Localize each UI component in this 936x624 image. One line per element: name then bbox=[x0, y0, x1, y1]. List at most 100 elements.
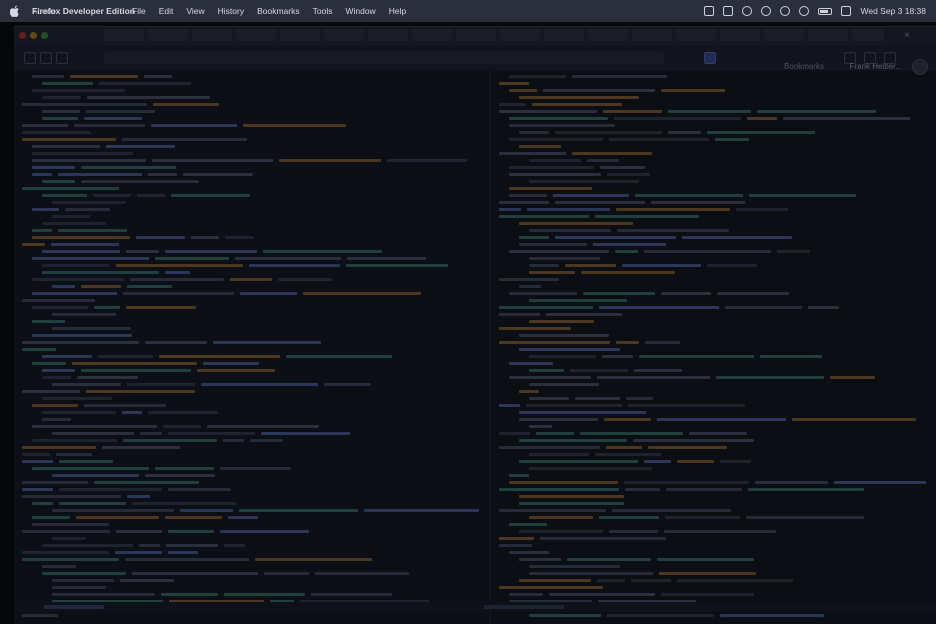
code-text-line bbox=[22, 460, 53, 463]
code-text-line bbox=[228, 516, 258, 519]
menu-app-name[interactable]: Xcode Firefox Developer Edition bbox=[32, 0, 135, 22]
menu-view[interactable]: View bbox=[186, 6, 204, 16]
code-text-line bbox=[42, 250, 120, 253]
code-text-line bbox=[717, 292, 789, 295]
code-text-line bbox=[682, 236, 792, 239]
code-text-line bbox=[529, 397, 569, 400]
reload-icon[interactable] bbox=[56, 52, 68, 64]
status-app-icon-2[interactable] bbox=[723, 6, 734, 16]
code-text-line bbox=[648, 446, 727, 449]
bookmarks-toolbar-label[interactable]: Bookmarks bbox=[784, 62, 824, 71]
code-text-line bbox=[32, 467, 149, 470]
tab-close-icon[interactable]: × bbox=[904, 30, 910, 41]
forward-icon[interactable] bbox=[40, 52, 52, 64]
code-text-line bbox=[122, 138, 247, 141]
code-text-line bbox=[499, 313, 540, 316]
menu-history[interactable]: History bbox=[218, 6, 244, 16]
code-text-line bbox=[249, 264, 340, 267]
code-text-line bbox=[84, 117, 142, 120]
code-text-line bbox=[32, 173, 52, 176]
code-text-line bbox=[165, 250, 257, 253]
code-text-line bbox=[529, 614, 601, 617]
code-text-line bbox=[661, 292, 711, 295]
mic-icon[interactable] bbox=[761, 6, 772, 16]
code-text-line bbox=[519, 145, 561, 148]
code-text-line bbox=[148, 411, 218, 414]
window-minimize-button[interactable] bbox=[30, 32, 37, 39]
code-text-line bbox=[165, 271, 190, 274]
code-text-line bbox=[509, 376, 591, 379]
code-text-line bbox=[792, 418, 916, 421]
user-name[interactable]: Frank Heiber... bbox=[850, 62, 902, 71]
code-text-line bbox=[243, 124, 346, 127]
code-text-line bbox=[223, 439, 244, 442]
tab-strip[interactable] bbox=[104, 29, 884, 41]
code-text-line bbox=[509, 117, 608, 120]
code-text-line bbox=[32, 236, 130, 239]
battery-icon[interactable] bbox=[818, 7, 833, 15]
code-text-line bbox=[52, 383, 121, 386]
time-machine-icon[interactable] bbox=[799, 6, 810, 16]
code-text-line bbox=[665, 516, 740, 519]
code-text-line bbox=[715, 138, 749, 141]
control-center-icon[interactable] bbox=[841, 6, 852, 16]
code-text-line bbox=[144, 75, 172, 78]
back-icon[interactable] bbox=[24, 52, 36, 64]
code-text-line bbox=[529, 299, 627, 302]
code-text-line bbox=[527, 208, 610, 211]
status-app-icon-1[interactable] bbox=[704, 6, 715, 16]
code-text-line bbox=[81, 285, 121, 288]
code-text-line bbox=[595, 453, 661, 456]
window-zoom-button[interactable] bbox=[41, 32, 48, 39]
extension-icon[interactable] bbox=[704, 52, 716, 64]
code-text-line bbox=[783, 117, 910, 120]
code-text-line bbox=[597, 579, 625, 582]
code-text-line bbox=[52, 509, 174, 512]
code-text-line bbox=[102, 446, 180, 449]
status-bar bbox=[14, 602, 936, 612]
accessibility-icon[interactable] bbox=[742, 6, 753, 16]
menu-edit[interactable]: Edit bbox=[159, 6, 174, 16]
apple-menu-icon[interactable] bbox=[10, 5, 22, 17]
code-text-line bbox=[230, 278, 272, 281]
code-text-line bbox=[52, 215, 90, 218]
code-text-line bbox=[52, 327, 131, 330]
avatar[interactable] bbox=[912, 59, 928, 75]
code-text-line bbox=[595, 215, 699, 218]
menu-clock[interactable]: Wed Sep 3 18:38 bbox=[860, 6, 926, 16]
code-text-line bbox=[32, 208, 59, 211]
code-text-line bbox=[32, 502, 53, 505]
code-text-line bbox=[240, 292, 297, 295]
menu-tools[interactable]: Tools bbox=[313, 6, 333, 16]
code-text-line bbox=[555, 201, 645, 204]
code-text-line bbox=[51, 243, 119, 246]
code-text-line bbox=[626, 397, 653, 400]
code-text-line bbox=[555, 131, 662, 134]
code-pane-left[interactable] bbox=[14, 71, 491, 624]
code-text-line bbox=[22, 348, 56, 351]
code-text-line bbox=[570, 369, 628, 372]
menu-bookmarks[interactable]: Bookmarks bbox=[257, 6, 300, 16]
code-text-line bbox=[519, 334, 609, 337]
code-text-line bbox=[499, 537, 534, 540]
code-text-line bbox=[127, 495, 150, 498]
code-text-line bbox=[364, 509, 479, 512]
address-bar[interactable] bbox=[104, 51, 664, 64]
menu-window[interactable]: Window bbox=[345, 6, 375, 16]
window-close-button[interactable] bbox=[19, 32, 26, 39]
code-text-line bbox=[720, 614, 824, 617]
menu-help[interactable]: Help bbox=[389, 6, 406, 16]
code-text-line bbox=[499, 152, 566, 155]
code-text-line bbox=[529, 369, 564, 372]
code-text-line bbox=[32, 145, 100, 148]
code-text-line bbox=[587, 159, 619, 162]
code-text-line bbox=[529, 320, 594, 323]
code-text-line bbox=[126, 306, 196, 309]
code-text-line bbox=[22, 551, 109, 554]
code-text-line bbox=[635, 194, 743, 197]
code-pane-right[interactable] bbox=[491, 71, 936, 624]
code-text-line bbox=[22, 481, 88, 484]
play-icon[interactable] bbox=[780, 6, 791, 16]
code-text-line bbox=[529, 159, 581, 162]
code-text-line bbox=[600, 166, 645, 169]
